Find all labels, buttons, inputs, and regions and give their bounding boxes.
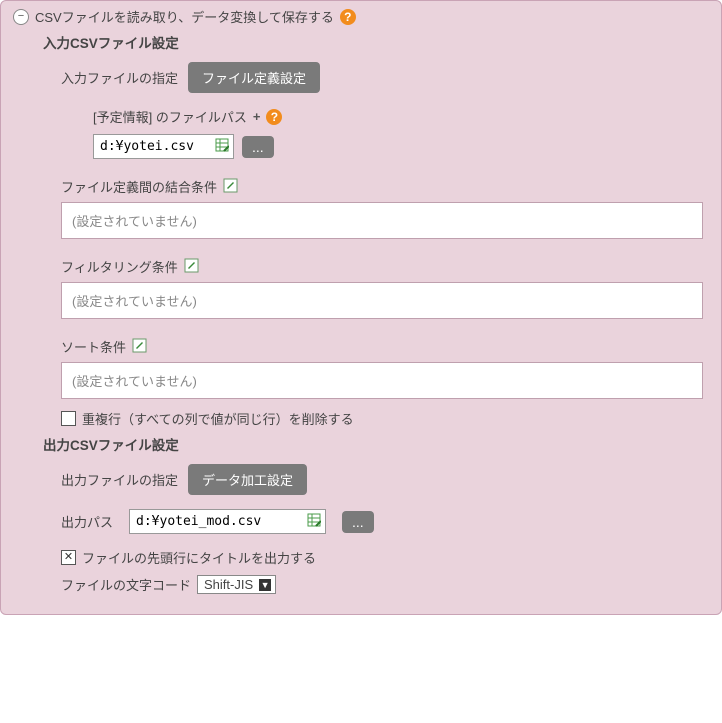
file-path-label: [予定情報] のファイルパス — [93, 107, 247, 126]
sort-condition-label: ソート条件 — [61, 337, 126, 356]
join-condition-value[interactable]: (設定されていません) — [61, 202, 703, 239]
output-file-path-field[interactable] — [134, 512, 307, 531]
dedup-checkbox[interactable] — [61, 411, 76, 426]
input-file-spec-label: 入力ファイルの指定 — [61, 68, 178, 87]
title-row-label: ファイルの先頭行にタイトルを出力する — [82, 548, 316, 567]
edit-icon[interactable] — [184, 258, 199, 276]
sort-condition-value[interactable]: (設定されていません) — [61, 362, 703, 399]
edit-icon[interactable] — [132, 338, 147, 356]
output-file-spec-label: 出力ファイルの指定 — [61, 470, 178, 489]
input-file-path-field[interactable] — [98, 137, 215, 156]
add-path-plus[interactable]: + — [253, 109, 261, 124]
panel-title: CSVファイルを読み取り、データ変換して保存する — [35, 7, 334, 26]
data-transform-button[interactable]: データ加工設定 — [188, 464, 307, 495]
edit-icon[interactable] — [223, 178, 238, 196]
filter-condition-value[interactable]: (設定されていません) — [61, 282, 703, 319]
chevron-down-icon: ▼ — [259, 579, 271, 591]
join-condition-label: ファイル定義間の結合条件 — [61, 177, 217, 196]
csv-settings-panel: − CSVファイルを読み取り、データ変換して保存する ? 入力CSVファイル設定… — [0, 0, 722, 615]
encoding-select[interactable]: Shift-JIS ▼ — [197, 575, 276, 594]
encoding-value: Shift-JIS — [204, 577, 253, 592]
collapse-button[interactable]: − — [13, 9, 29, 25]
encoding-label: ファイルの文字コード — [61, 575, 191, 594]
filter-condition-label: フィルタリング条件 — [61, 257, 178, 276]
browse-button[interactable]: ... — [342, 511, 374, 533]
help-icon[interactable]: ? — [340, 9, 356, 25]
file-definition-button[interactable]: ファイル定義設定 — [188, 62, 320, 93]
browse-button[interactable]: ... — [242, 136, 274, 158]
output-path-label: 出力パス — [61, 512, 113, 531]
spreadsheet-icon[interactable] — [215, 138, 229, 155]
spreadsheet-icon[interactable] — [307, 513, 321, 530]
title-row-checkbox[interactable] — [61, 550, 76, 565]
help-icon[interactable]: ? — [266, 109, 282, 125]
dedup-label: 重複行（すべての列で値が同じ行）を削除する — [82, 409, 354, 428]
input-section-title: 入力CSVファイル設定 — [43, 32, 709, 52]
output-section-title: 出力CSVファイル設定 — [43, 434, 709, 454]
